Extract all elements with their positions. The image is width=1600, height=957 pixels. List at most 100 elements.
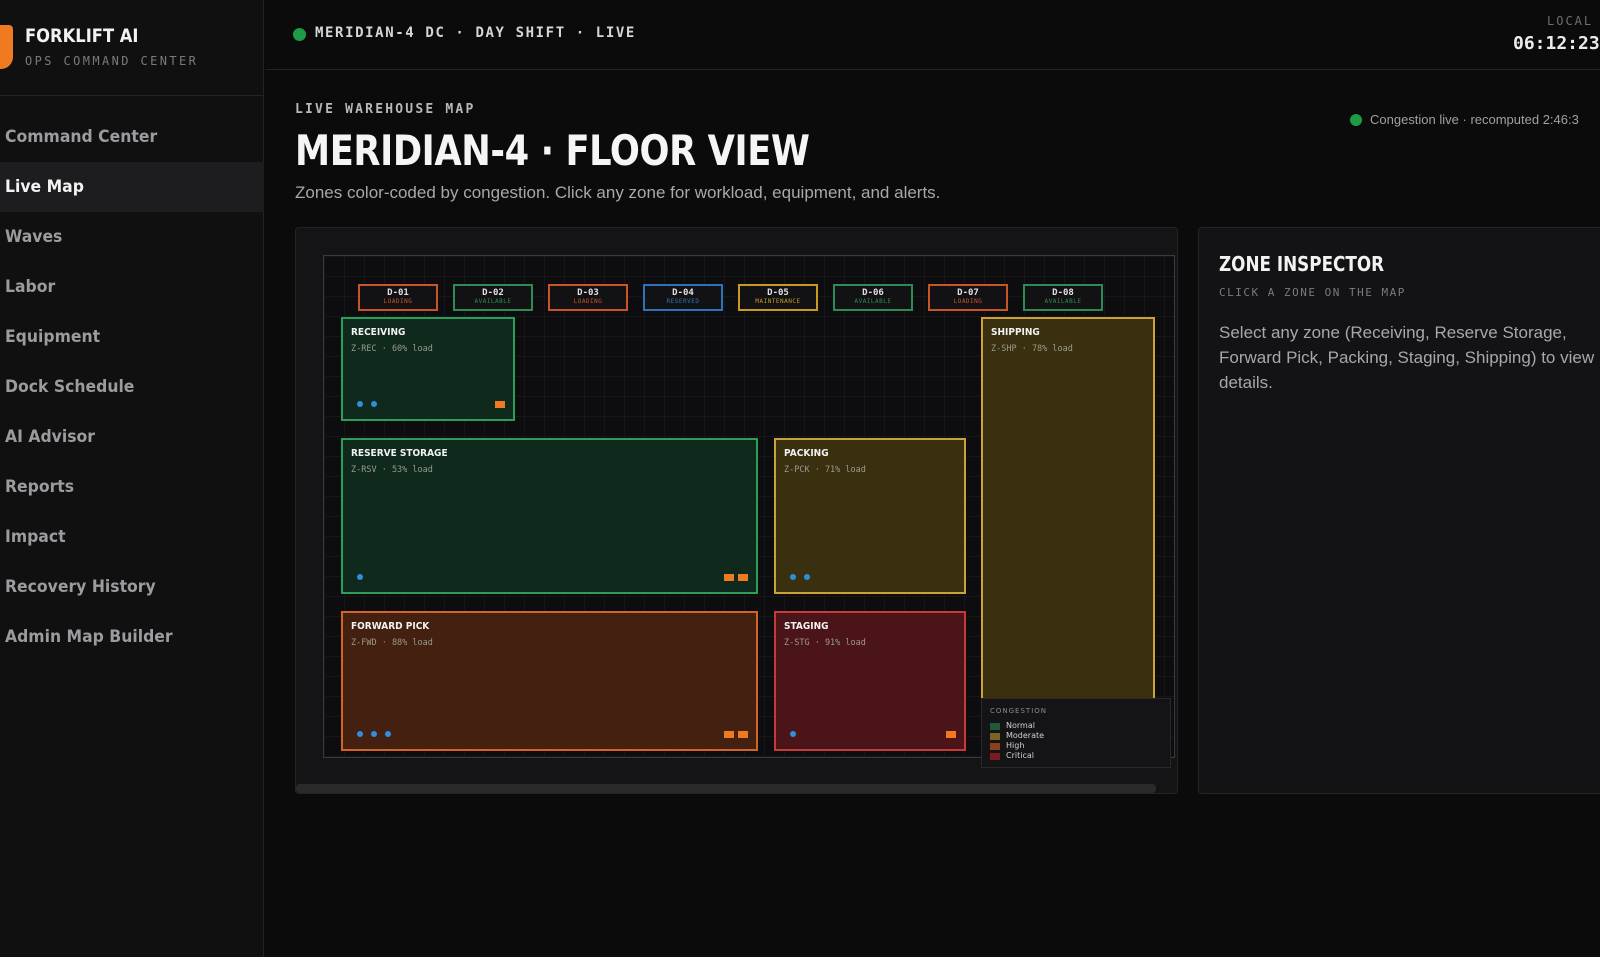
sidebar-item-dock-schedule[interactable]: Dock Schedule <box>0 362 264 412</box>
zone-shipping[interactable]: SHIPPING Z-SHP · 78% load <box>981 317 1155 751</box>
zone-load: Z-RSV · 53% load <box>351 465 433 475</box>
zone-load: Z-REC · 60% load <box>351 344 433 354</box>
dock-d-01[interactable]: D-01 LOADING <box>358 284 438 311</box>
zone-packing[interactable]: PACKING Z-PCK · 71% load <box>774 438 966 594</box>
dock-status: LOADING <box>953 298 983 305</box>
robot-icon <box>357 731 363 737</box>
zone-receiving[interactable]: RECEIVING Z-REC · 60% load <box>341 317 515 421</box>
sidebar-nav: Command Center Live Map Waves Labor Equi… <box>0 112 264 662</box>
dock-status: AVAILABLE <box>1044 298 1082 305</box>
robot-markers <box>357 401 377 407</box>
legend-label: Moderate <box>1006 731 1045 740</box>
dock-id: D-05 <box>767 288 789 298</box>
dock-status: LOADING <box>383 298 413 305</box>
legend-label: High <box>1006 741 1025 750</box>
legend-title: CONGESTION <box>990 707 1048 715</box>
sidebar-item-label: AI Advisor <box>5 427 96 447</box>
dock-d-04[interactable]: D-04 RESERVED <box>643 284 723 311</box>
dock-d-03[interactable]: D-03 LOADING <box>548 284 628 311</box>
sidebar-item-recovery-history[interactable]: Recovery History <box>0 562 264 612</box>
legend-item-moderate: Moderate <box>990 731 1162 741</box>
dock-id: D-01 <box>387 288 409 298</box>
sidebar-item-reports[interactable]: Reports <box>0 462 264 512</box>
sidebar-item-admin-map-builder[interactable]: Admin Map Builder <box>0 612 264 662</box>
dock-d-08[interactable]: D-08 AVAILABLE <box>1023 284 1103 311</box>
dock-id: D-07 <box>957 288 979 298</box>
dock-id: D-02 <box>482 288 504 298</box>
map-horizontal-scrollbar[interactable] <box>296 784 1156 793</box>
forklift-markers <box>724 731 748 738</box>
dock-d-05[interactable]: D-05 MAINTENANCE <box>738 284 818 311</box>
dock-id: D-03 <box>577 288 599 298</box>
local-clock: 06:12:23 <box>1513 33 1600 54</box>
zone-name: RECEIVING <box>351 327 406 338</box>
sidebar-item-label: Dock Schedule <box>5 377 135 397</box>
page-title: MERIDIAN-4 · FLOOR VIEW <box>295 126 810 175</box>
forklift-markers <box>946 731 956 738</box>
dock-d-06[interactable]: D-06 AVAILABLE <box>833 284 913 311</box>
zone-name: SHIPPING <box>991 327 1040 338</box>
robot-icon <box>371 401 377 407</box>
zone-load: Z-FWD · 88% load <box>351 638 433 648</box>
forklift-icon <box>724 574 734 581</box>
brand-subtitle: OPS COMMAND CENTER <box>25 54 199 68</box>
sidebar-item-label: Command Center <box>5 127 158 147</box>
forklift-icon <box>495 401 505 408</box>
top-bar: MERIDIAN-4 DC · DAY SHIFT · LIVE LOCAL T… <box>265 0 1600 70</box>
zone-reserve-storage[interactable]: RESERVE STORAGE Z-RSV · 53% load <box>341 438 758 594</box>
sidebar-item-ai-advisor[interactable]: AI Advisor <box>0 412 264 462</box>
robot-icon <box>371 731 377 737</box>
brand-logo-icon <box>0 25 13 69</box>
legend-item-normal: Normal <box>990 721 1162 731</box>
sidebar-item-command-center[interactable]: Command Center <box>0 112 264 162</box>
sidebar-item-waves[interactable]: Waves <box>0 212 264 262</box>
sidebar-item-label: Live Map <box>5 177 84 197</box>
forklift-icon <box>738 731 748 738</box>
congestion-legend: CONGESTION Normal Moderate High Critical <box>981 698 1171 768</box>
congestion-live-dot-icon <box>1350 113 1362 126</box>
sidebar-item-labor[interactable]: Labor <box>0 262 264 312</box>
sidebar: FORKLIFT AI OPS COMMAND CENTER Command C… <box>0 0 264 957</box>
site-status: MERIDIAN-4 DC · DAY SHIFT · LIVE <box>315 25 636 41</box>
page-description: Zones color-coded by congestion. Click a… <box>295 183 941 202</box>
sidebar-item-label: Waves <box>5 227 63 247</box>
zone-name: STAGING <box>784 621 829 632</box>
inspector-title: ZONE INSPECTOR <box>1219 252 1385 276</box>
zone-load: Z-STG · 91% load <box>784 638 866 648</box>
zone-name: FORWARD PICK <box>351 621 430 632</box>
dock-status: MAINTENANCE <box>755 298 801 305</box>
brand: FORKLIFT AI OPS COMMAND CENTER <box>0 0 264 96</box>
sidebar-item-live-map[interactable]: Live Map <box>0 162 264 212</box>
dock-d-07[interactable]: D-07 LOADING <box>928 284 1008 311</box>
zone-inspector-panel: ZONE INSPECTOR CLICK A ZONE ON THE MAP S… <box>1198 227 1600 794</box>
zone-forward-pick[interactable]: FORWARD PICK Z-FWD · 88% load <box>341 611 758 751</box>
legend-swatch <box>990 742 1000 750</box>
sidebar-item-label: Equipment <box>5 327 101 347</box>
robot-markers <box>357 574 363 580</box>
warehouse-map-panel: D-01 LOADING D-02 AVAILABLE D-03 LOADING… <box>295 227 1178 794</box>
zone-name: PACKING <box>784 448 829 459</box>
legend-item-high: High <box>990 741 1162 751</box>
sidebar-item-impact[interactable]: Impact <box>0 512 264 562</box>
zone-staging[interactable]: STAGING Z-STG · 91% load <box>774 611 966 751</box>
congestion-status: Congestion live · recomputed 2:46:3 <box>1350 112 1579 127</box>
robot-markers <box>790 574 810 580</box>
inspector-body: Select any zone (Receiving, Reserve Stor… <box>1219 323 1595 392</box>
forklift-icon <box>946 731 956 738</box>
forklift-markers <box>495 401 505 408</box>
legend-swatch <box>990 752 1000 760</box>
robot-markers <box>357 731 391 737</box>
dock-id: D-06 <box>862 288 884 298</box>
dock-d-02[interactable]: D-02 AVAILABLE <box>453 284 533 311</box>
robot-icon <box>804 574 810 580</box>
local-time-label: LOCAL T <box>1547 14 1600 28</box>
dock-status: AVAILABLE <box>854 298 892 305</box>
dock-id: D-04 <box>672 288 694 298</box>
inspector-subtitle: CLICK A ZONE ON THE MAP <box>1219 286 1406 299</box>
robot-icon <box>357 574 363 580</box>
sidebar-item-equipment[interactable]: Equipment <box>0 312 264 362</box>
legend-item-critical: Critical <box>990 751 1162 761</box>
app-root: FORKLIFT AI OPS COMMAND CENTER Command C… <box>0 0 1600 957</box>
dock-status: RESERVED <box>666 298 700 305</box>
sidebar-item-label: Impact <box>5 527 66 547</box>
